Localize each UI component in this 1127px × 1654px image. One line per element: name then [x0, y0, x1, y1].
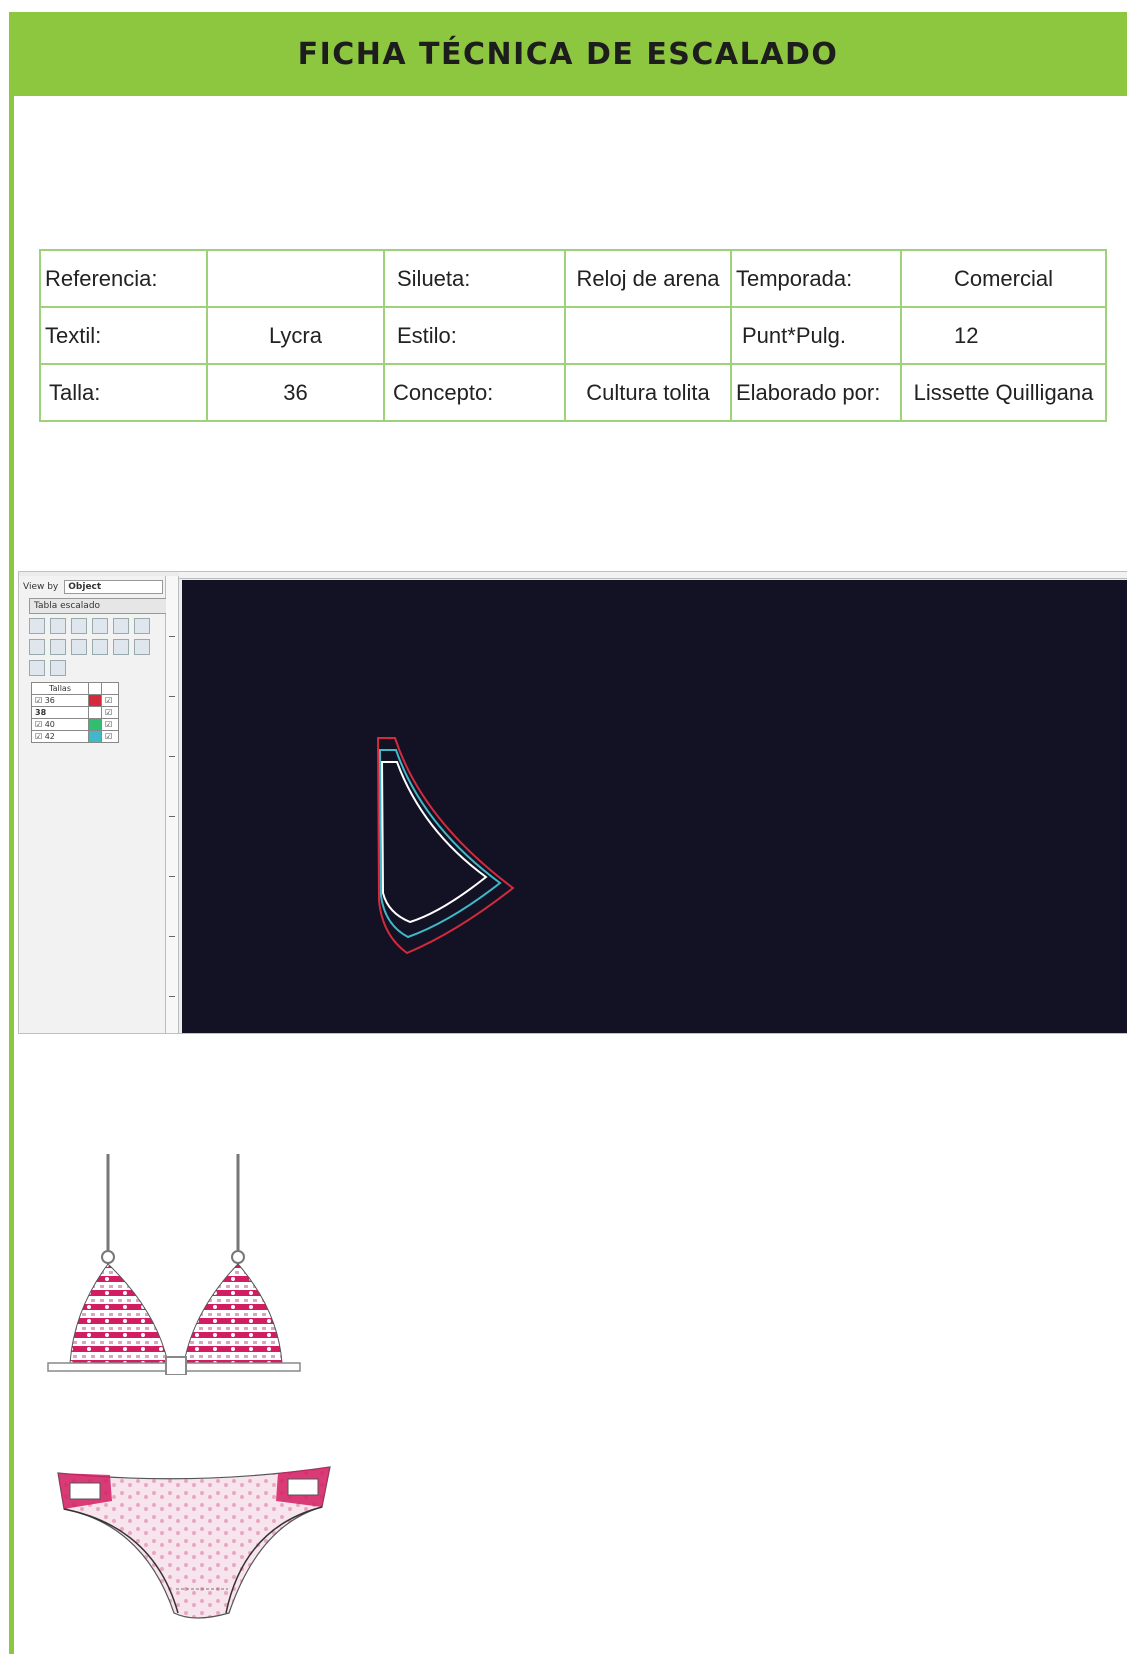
size-check[interactable]: ☑ — [101, 694, 119, 707]
value-elaborado-por: Lissette Quilligana — [900, 363, 1107, 422]
size-check[interactable]: ☑ — [101, 730, 119, 743]
table-row: Referencia: Silueta: Reloj de arena Temp… — [39, 249, 1107, 308]
tool-icon[interactable] — [113, 639, 129, 655]
tool-icon[interactable] — [29, 618, 45, 634]
size-38[interactable]: 38 — [31, 706, 89, 719]
panel-title: Tabla escalado — [29, 598, 167, 614]
size-check[interactable]: ☑ — [101, 718, 119, 731]
tool-icon[interactable] — [92, 618, 108, 634]
view-by-select[interactable]: Object — [64, 580, 163, 594]
graded-pattern-drawing — [376, 737, 515, 955]
tool-icon[interactable] — [134, 618, 150, 634]
tool-icon[interactable] — [50, 618, 66, 634]
label-silueta: Silueta: — [383, 249, 566, 308]
table-row: Textil: Lycra Estilo: Punt*Pulg. 12 — [39, 306, 1107, 365]
color-header — [88, 682, 102, 695]
label-talla: Talla: — [39, 363, 208, 422]
size-check[interactable]: ☑ — [101, 706, 119, 719]
left-accent-rule — [9, 96, 14, 1654]
vertical-ruler — [166, 576, 179, 1033]
panel-toolbar — [29, 618, 159, 676]
page-header: FICHA TÉCNICA DE ESCALADO — [9, 12, 1127, 96]
size-color-swatch — [88, 706, 102, 719]
tool-icon[interactable] — [50, 639, 66, 655]
value-referencia — [206, 249, 385, 308]
label-concepto: Concepto: — [383, 363, 566, 422]
bikini-bottom-icon — [57, 1466, 331, 1619]
size-36[interactable]: ☑ 36 — [31, 694, 89, 707]
label-elaborado-por: Elaborado por: — [730, 363, 902, 422]
tool-icon[interactable] — [71, 639, 87, 655]
size-color-swatch — [88, 694, 102, 707]
view-by-label: View by — [23, 582, 59, 592]
canvas-top-bar — [179, 572, 1127, 579]
tool-icon[interactable] — [92, 639, 108, 655]
bikini-top-icon — [47, 1154, 301, 1375]
label-referencia: Referencia: — [39, 249, 208, 308]
value-silueta: Reloj de arena — [564, 249, 732, 308]
sizes-table: Tallas ☑ 36 ☑ 38 ☑ ☑ 40 ☑ ☑ 42 ☑ — [31, 682, 119, 743]
grading-side-panel: View by Object Tabla escalado Tallas ☑ 3… — [19, 576, 167, 1033]
pattern-canvas[interactable] — [182, 580, 1127, 1033]
check-header — [101, 682, 119, 695]
tool-icon[interactable] — [71, 618, 87, 634]
label-estilo: Estilo: — [383, 306, 566, 365]
value-punt-pulg: 12 — [900, 306, 1107, 365]
pattern-piece-size-38 — [380, 761, 488, 924]
tool-icon[interactable] — [50, 660, 66, 676]
sizes-header: Tallas — [31, 682, 89, 695]
value-talla: 36 — [206, 363, 385, 422]
size-color-swatch — [88, 730, 102, 743]
spec-info-table: Referencia: Silueta: Reloj de arena Temp… — [39, 249, 1107, 422]
label-temporada: Temporada: — [730, 249, 902, 308]
size-40[interactable]: ☑ 40 — [31, 718, 89, 731]
tool-icon[interactable] — [29, 639, 45, 655]
tool-icon[interactable] — [113, 618, 129, 634]
table-row: Talla: 36 Concepto: Cultura tolita Elabo… — [39, 363, 1107, 422]
value-textil: Lycra — [206, 306, 385, 365]
size-color-swatch — [88, 718, 102, 731]
label-punt-pulg: Punt*Pulg. — [730, 306, 902, 365]
size-42[interactable]: ☑ 42 — [31, 730, 89, 743]
label-textil: Textil: — [39, 306, 208, 365]
cad-grading-screenshot: View by Object Tabla escalado Tallas ☑ 3… — [18, 571, 1127, 1034]
value-concepto: Cultura tolita — [564, 363, 732, 422]
page-title: FICHA TÉCNICA DE ESCALADO — [297, 36, 839, 72]
value-temporada: Comercial — [900, 249, 1107, 308]
tool-icon[interactable] — [29, 660, 45, 676]
value-estilo — [564, 306, 732, 365]
tool-icon[interactable] — [134, 639, 150, 655]
view-by-row: View by Object — [23, 580, 163, 594]
